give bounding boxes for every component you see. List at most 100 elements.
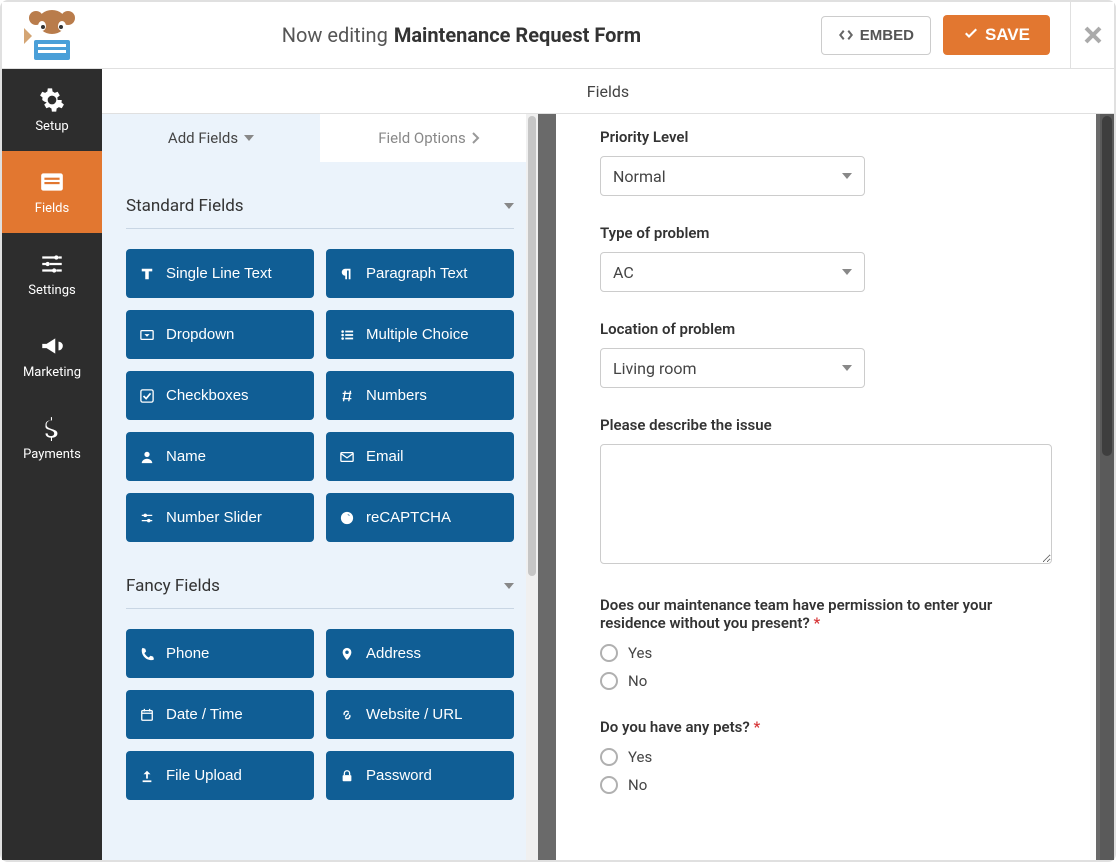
standard-fields-grid: Single Line Text Paragraph Text Dropdown… — [126, 229, 514, 562]
check-icon — [963, 27, 979, 43]
section-fancy-fields[interactable]: Fancy Fields — [126, 562, 514, 609]
problem-type-select[interactable]: AC — [600, 252, 865, 292]
left-scrollbar[interactable] — [526, 114, 538, 860]
dollar-icon — [39, 415, 65, 441]
field-recaptcha[interactable]: reCAPTCHA — [326, 493, 514, 542]
page-title: Now editing Maintenance Request Form — [102, 23, 821, 47]
radio-icon — [600, 748, 618, 766]
field-website-url[interactable]: Website / URL — [326, 690, 514, 739]
slider-icon — [140, 511, 154, 525]
editing-prefix: Now editing — [282, 23, 388, 47]
permission-radio-group: Yes No — [600, 644, 1052, 690]
close-button[interactable] — [1070, 2, 1114, 68]
hash-icon — [340, 389, 354, 403]
field-pets[interactable]: Do you have any pets? * Yes No — [600, 718, 1052, 794]
field-paragraph-text[interactable]: Paragraph Text — [326, 249, 514, 298]
field-multiple-choice[interactable]: Multiple Choice — [326, 310, 514, 359]
field-phone[interactable]: Phone — [126, 629, 314, 678]
field-email[interactable]: Email — [326, 432, 514, 481]
field-describe-issue[interactable]: Please describe the issue — [600, 416, 1052, 568]
left-panel: Add Fields Field Options Standard Fields — [102, 114, 538, 860]
field-dropdown[interactable]: Dropdown — [126, 310, 314, 359]
location-select[interactable]: Living room — [600, 348, 865, 388]
form-preview: Priority Level Normal Type of problem AC — [556, 114, 1096, 860]
field-location-of-problem[interactable]: Location of problem Living room — [600, 320, 1052, 388]
pin-icon — [340, 647, 354, 661]
field-numbers[interactable]: Numbers — [326, 371, 514, 420]
topbar: Now editing Maintenance Request Form EMB… — [2, 2, 1114, 69]
panel-tabs: Add Fields Field Options — [102, 114, 538, 162]
bullhorn-icon — [39, 333, 65, 359]
center-header: Fields — [102, 69, 1114, 114]
pets-no[interactable]: No — [600, 776, 1052, 794]
chevron-down-icon — [842, 173, 852, 179]
permission-yes[interactable]: Yes — [600, 644, 1052, 662]
form-icon — [39, 169, 65, 195]
chevron-down-icon — [842, 269, 852, 275]
sidenav-item-fields[interactable]: Fields — [2, 151, 102, 233]
sidenav-item-settings[interactable]: Settings — [2, 233, 102, 315]
tab-field-options[interactable]: Field Options — [320, 114, 538, 162]
gear-icon — [39, 87, 65, 113]
sidenav: Setup Fields Settings Marketing Payments — [2, 69, 102, 860]
field-single-line-text[interactable]: Single Line Text — [126, 249, 314, 298]
field-name[interactable]: Name — [126, 432, 314, 481]
field-password[interactable]: Password — [326, 751, 514, 800]
field-checkboxes[interactable]: Checkboxes — [126, 371, 314, 420]
field-date-time[interactable]: Date / Time — [126, 690, 314, 739]
sidenav-item-payments[interactable]: Payments — [2, 397, 102, 479]
radio-icon — [600, 672, 618, 690]
app-logo[interactable] — [2, 2, 102, 68]
dropdown-icon — [140, 328, 154, 342]
panel-content: Standard Fields Single Line Text Paragra… — [102, 162, 538, 860]
radio-icon — [600, 776, 618, 794]
center: Fields Add Fields Field Options — [102, 69, 1114, 860]
problem-type-label: Type of problem — [600, 224, 1052, 242]
priority-label: Priority Level — [600, 128, 1052, 146]
field-priority-level[interactable]: Priority Level Normal — [600, 128, 1052, 196]
chevron-down-icon — [244, 135, 254, 141]
sidenav-item-setup[interactable]: Setup — [2, 69, 102, 151]
describe-label: Please describe the issue — [600, 416, 1052, 434]
checkbox-icon — [140, 389, 154, 403]
envelope-icon — [340, 450, 354, 464]
embed-button[interactable]: EMBED — [821, 16, 931, 55]
field-number-slider[interactable]: Number Slider — [126, 493, 314, 542]
field-type-of-problem[interactable]: Type of problem AC — [600, 224, 1052, 292]
center-body: Add Fields Field Options Standard Fields — [102, 114, 1114, 860]
sliders-icon — [39, 251, 65, 277]
chevron-down-icon — [842, 365, 852, 371]
close-icon — [1083, 25, 1103, 45]
pets-label: Do you have any pets? * — [600, 718, 1052, 736]
describe-textarea[interactable] — [600, 444, 1052, 564]
sidenav-item-marketing[interactable]: Marketing — [2, 315, 102, 397]
chevron-down-icon — [504, 203, 514, 209]
list-icon — [340, 328, 354, 342]
chevron-down-icon — [504, 583, 514, 589]
right-scrollbar[interactable] — [1100, 114, 1114, 860]
wpforms-logo-icon — [20, 8, 84, 62]
google-icon — [340, 511, 354, 525]
field-address[interactable]: Address — [326, 629, 514, 678]
link-icon — [340, 708, 354, 722]
chevron-right-icon — [472, 132, 480, 144]
right-panel: Priority Level Normal Type of problem AC — [538, 114, 1114, 860]
phone-icon — [140, 647, 154, 661]
section-standard-fields[interactable]: Standard Fields — [126, 182, 514, 229]
priority-select[interactable]: Normal — [600, 156, 865, 196]
field-file-upload[interactable]: File Upload — [126, 751, 314, 800]
upload-icon — [140, 769, 154, 783]
top-actions: EMBED SAVE — [821, 2, 1070, 68]
permission-no[interactable]: No — [600, 672, 1052, 690]
pets-yes[interactable]: Yes — [600, 748, 1052, 766]
text-icon — [140, 267, 154, 281]
paragraph-icon — [340, 267, 354, 281]
calendar-icon — [140, 708, 154, 722]
code-icon — [838, 27, 854, 43]
lock-icon — [340, 769, 354, 783]
field-permission[interactable]: Does our maintenance team have permissio… — [600, 596, 1052, 690]
save-button[interactable]: SAVE — [943, 15, 1050, 55]
main: Setup Fields Settings Marketing Payments… — [2, 69, 1114, 860]
tab-add-fields[interactable]: Add Fields — [102, 114, 320, 162]
radio-icon — [600, 644, 618, 662]
